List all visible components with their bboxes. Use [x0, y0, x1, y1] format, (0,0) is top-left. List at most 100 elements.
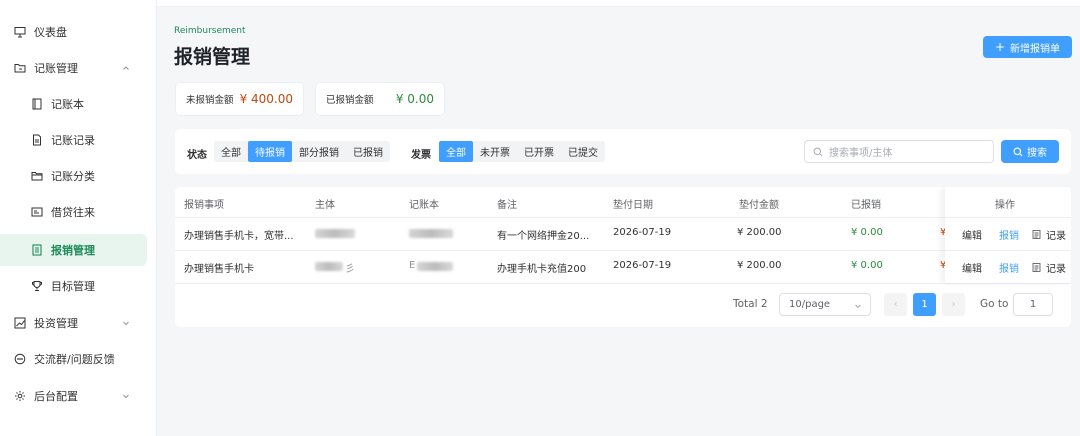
search-input[interactable]: 搜索事项/主体 [804, 140, 994, 163]
edit-button[interactable]: 编辑 [962, 227, 982, 242]
sidebar-item-categories[interactable]: 记账分类 [0, 160, 147, 192]
trophy-icon [31, 280, 43, 292]
divider [175, 217, 1071, 218]
plus-icon: + [994, 40, 1006, 54]
sidebar-item-goals[interactable]: 目标管理 [0, 270, 147, 302]
reimbursed-stat-card: 已报销金额 ¥ 0.00 [315, 82, 445, 116]
reimbursed-label: 已报销金额 [326, 95, 374, 106]
page-size-select[interactable]: 10/page [779, 293, 871, 316]
cell-reimbursed: ¥ 0.00 [851, 260, 883, 271]
reimburse-button[interactable]: 报销 [999, 260, 1019, 275]
category-icon [31, 170, 43, 182]
presentation-icon [14, 26, 26, 38]
column-header-note: 备注 [497, 200, 517, 211]
sidebar-item-reimbursement[interactable]: 报销管理 [0, 234, 147, 266]
redacted-book [409, 229, 453, 238]
sidebar-item-records[interactable]: 记账记录 [0, 124, 147, 156]
status-option-partial[interactable]: 部分报销 [292, 141, 346, 162]
cell-reimbursed: ¥ 0.00 [851, 227, 883, 238]
divider [175, 283, 1071, 284]
sidebar-item-label: 记账管理 [34, 62, 78, 75]
sidebar-item-feedback[interactable]: 交流群/问题反馈 [0, 343, 147, 375]
next-page-button[interactable]: › [942, 293, 965, 316]
invoice-filter: 全部 未开票 已开票 已提交 [439, 141, 605, 162]
redacted-subject [315, 262, 343, 271]
chart-icon [14, 317, 26, 329]
cell-date: 2026-07-19 [613, 260, 672, 271]
reimburse-button[interactable]: 报销 [999, 227, 1019, 242]
page-1-button[interactable]: 1 [913, 293, 936, 316]
status-filter-label: 状态 [187, 150, 207, 161]
column-header-subject: 主体 [315, 200, 335, 211]
sidebar-item-label: 交流群/问题反馈 [34, 353, 115, 366]
chevron-up-icon [123, 66, 129, 70]
card-icon [31, 206, 43, 218]
page-size-value: 10/page [789, 299, 831, 310]
invoice-option-submitted[interactable]: 已提交 [561, 141, 605, 162]
sidebar-item-label: 记账记录 [51, 134, 95, 147]
divider [175, 250, 1071, 251]
document-icon [1032, 263, 1041, 272]
new-reimbursement-label: 新增报销单 [1010, 43, 1061, 55]
record-button[interactable]: 记录 [1032, 260, 1066, 275]
invoice-option-not-issued[interactable]: 未开票 [473, 141, 517, 162]
sidebar-item-admin-config[interactable]: 后台配置 [0, 380, 147, 412]
notebook-icon [31, 98, 43, 110]
sidebar-item-dashboard[interactable]: 仪表盘 [0, 16, 147, 48]
sidebar-item-label: 目标管理 [51, 280, 95, 293]
folder-icon [14, 62, 26, 74]
chevron-down-icon [855, 304, 861, 309]
new-reimbursement-button[interactable]: + 新增报销单 [983, 36, 1072, 58]
cell-item: 办理销售手机卡 [184, 264, 254, 275]
page-title: 报销管理 [174, 46, 251, 68]
redacted-book [417, 262, 453, 271]
sidebar-item-label: 仪表盘 [34, 26, 67, 39]
sidebar-item-account-books[interactable]: 记账本 [0, 88, 147, 120]
unreimbursed-stat-card: 未报销金额 ¥ 400.00 [175, 82, 304, 116]
divider [945, 217, 1071, 218]
pagination-total: Total 2 [733, 298, 768, 310]
status-filter: 全部 待报销 部分报销 已报销 [214, 141, 390, 162]
search-icon [1013, 147, 1023, 156]
column-header-date: 垫付日期 [613, 200, 653, 211]
invoice-option-all[interactable]: 全部 [439, 141, 473, 162]
unreimbursed-value: ¥ 400.00 [239, 92, 293, 106]
redacted-subject [315, 229, 355, 238]
actions-column: 操作 编辑 报销 记录 编辑 报销 记录 [945, 187, 1071, 283]
cell-note: 有一个网络押金20... [497, 231, 590, 242]
page-eyebrow: Reimbursement [174, 26, 246, 36]
goto-label: Go to [980, 298, 1009, 310]
sidebar-item-label: 记账分类 [51, 170, 95, 183]
edit-button[interactable]: 编辑 [962, 260, 982, 275]
sidebar-item-bookkeeping[interactable]: 记账管理 [0, 52, 147, 84]
status-option-done[interactable]: 已报销 [346, 141, 390, 162]
sidebar-item-label: 记账本 [51, 98, 84, 111]
cell-note: 办理手机卡充值200 [497, 264, 587, 275]
column-header-actions: 操作 [995, 200, 1015, 211]
cell-amount: ¥ 200.00 [737, 227, 782, 238]
search-icon [813, 147, 823, 156]
status-option-pending[interactable]: 待报销 [248, 141, 292, 162]
column-header-reimbursed: 已报销 [851, 200, 881, 211]
prev-page-button[interactable]: ‹ [884, 293, 907, 316]
sidebar-item-investment[interactable]: 投资管理 [0, 307, 147, 339]
cell-book-fragment: E [409, 260, 416, 271]
sidebar-item-loans[interactable]: 借贷往来 [0, 196, 147, 228]
search-button[interactable]: 搜索 [1001, 140, 1059, 163]
gear-icon [14, 390, 26, 402]
record-button[interactable]: 记录 [1032, 227, 1066, 242]
invoice-option-issued[interactable]: 已开票 [517, 141, 561, 162]
reimbursed-value: ¥ 0.00 [395, 92, 434, 106]
goto-page-input[interactable]: 1 [1013, 293, 1053, 316]
record-label: 记录 [1046, 231, 1066, 242]
cell-date: 2026-07-19 [613, 227, 672, 238]
cell-item: 办理销售手机卡，宽带... [184, 231, 294, 242]
cell-subject-fragment: 彡 [345, 264, 355, 275]
search-placeholder: 搜索事项/主体 [829, 148, 893, 159]
status-option-all[interactable]: 全部 [214, 141, 248, 162]
document-icon [1032, 230, 1041, 239]
column-header-item: 报销事项 [184, 200, 224, 211]
chevron-down-icon [123, 394, 129, 399]
divider [945, 250, 1071, 251]
reimbursement-table: 报销事项 主体 记账本 备注 垫付日期 垫付金额 已报销 办理销售手机卡，宽带.… [175, 187, 1071, 327]
